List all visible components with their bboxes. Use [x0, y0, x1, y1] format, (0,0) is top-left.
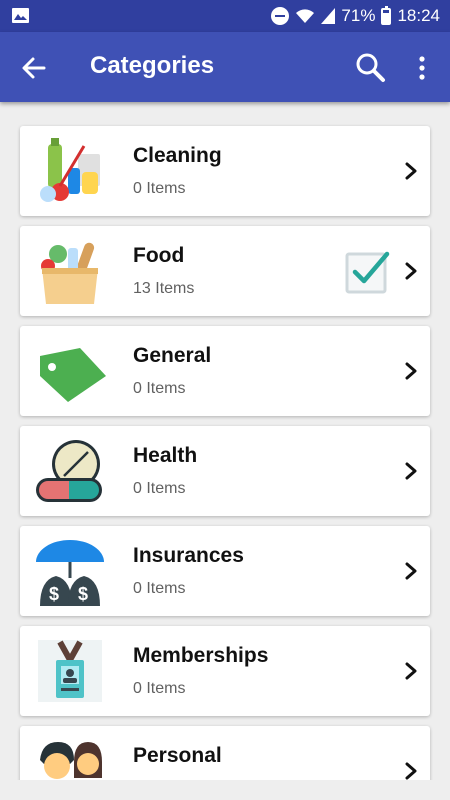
category-card-health[interactable]: Health 0 Items: [20, 426, 430, 516]
item-count: 13 Items: [133, 280, 195, 297]
tag-icon: [40, 348, 106, 402]
category-name: Insurances: [133, 544, 244, 567]
status-bar: 71% 18:24: [0, 0, 450, 32]
do-not-disturb-icon: [271, 7, 290, 25]
umbrella-money-icon: $ $: [36, 540, 104, 606]
category-card-memberships[interactable]: Memberships 0 Items: [20, 626, 430, 716]
chevron-right-icon: [405, 762, 417, 780]
chevron-right-icon: [405, 662, 417, 680]
battery-percent: 71%: [341, 6, 376, 25]
checkbox-checked-icon[interactable]: [345, 248, 391, 294]
item-count: 0 Items: [133, 180, 186, 197]
search-icon[interactable]: [354, 51, 386, 83]
signal-icon: [321, 8, 336, 24]
item-count: 0 Items: [133, 680, 186, 697]
category-name: Memberships: [133, 644, 269, 667]
item-count: 0 Items: [133, 380, 186, 397]
back-arrow-icon[interactable]: [20, 54, 48, 82]
id-badge-icon: [38, 640, 102, 702]
category-name: Personal: [133, 744, 222, 767]
chevron-right-icon: [405, 562, 417, 580]
category-list: Cleaning 0 Items Food 13 Items General 0…: [0, 102, 450, 800]
page-title: Categories: [90, 52, 215, 79]
category-name: Food: [133, 244, 185, 267]
chevron-right-icon: [405, 362, 417, 380]
item-count: 0 Items: [133, 580, 186, 597]
app-bar: Categories: [0, 32, 450, 102]
clock: 18:24: [397, 6, 440, 25]
wifi-icon: [296, 9, 315, 23]
pills-icon: [36, 440, 102, 502]
category-card-cleaning[interactable]: Cleaning 0 Items: [20, 126, 430, 216]
item-count: 0 Items: [133, 480, 186, 497]
chevron-right-icon: [405, 262, 417, 280]
svg-text:$: $: [78, 584, 88, 604]
cleaning-supplies-icon: [40, 138, 100, 202]
category-name: General: [133, 344, 212, 367]
image-notification-icon: [12, 8, 29, 23]
category-name: Health: [133, 444, 198, 467]
category-card-insurances[interactable]: $ $ Insurances 0 Items: [20, 526, 430, 616]
grocery-bag-icon: [41, 242, 98, 304]
battery-icon: [381, 5, 392, 25]
category-card-general[interactable]: General 0 Items: [20, 326, 430, 416]
chevron-right-icon: [405, 462, 417, 480]
bottom-edge: [0, 780, 450, 800]
chevron-right-icon: [405, 162, 417, 180]
category-name: Cleaning: [133, 144, 222, 167]
svg-text:$: $: [49, 584, 59, 604]
category-card-food[interactable]: Food 13 Items: [20, 226, 430, 316]
more-options-icon[interactable]: [412, 54, 432, 82]
